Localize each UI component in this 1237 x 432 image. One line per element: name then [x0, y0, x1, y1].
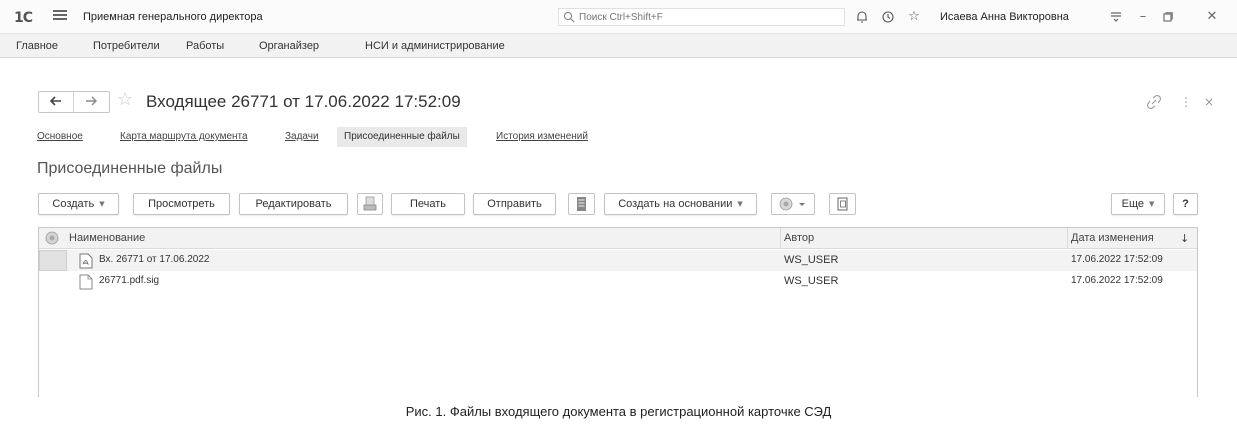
dropdown-caret-icon: ▼ — [99, 200, 105, 208]
menu-item-main[interactable]: Главное — [16, 40, 58, 52]
sort-arrow-icon[interactable]: ↓ — [1180, 232, 1189, 245]
file-modified-date: 17.06.2022 17:52:09 — [1071, 275, 1163, 286]
column-header-modified[interactable]: Дата изменения — [1071, 232, 1154, 244]
view-button[interactable]: Просмотреть — [133, 193, 230, 215]
print-button[interactable]: Печать — [391, 193, 465, 215]
title-bar: 1С Приемная генерального директора ☆ Иса… — [0, 0, 1237, 34]
dropdown-caret-icon: ▼ — [1149, 200, 1155, 208]
create-based-on-button[interactable]: Создать на основании ▼ — [604, 193, 757, 215]
column-divider — [780, 228, 781, 249]
help-button[interactable]: ? — [1173, 193, 1198, 215]
user-name[interactable]: Исаева Анна Викторовна — [940, 11, 1069, 23]
favorite-star-icon[interactable]: ☆ — [117, 89, 133, 110]
more-button-label: Еще — [1121, 198, 1144, 210]
document-title: Входящее 26771 от 17.06.2022 17:52:09 — [146, 92, 461, 111]
nav-divider — [73, 92, 74, 112]
search-input[interactable] — [579, 10, 839, 24]
file-modified-date: 17.06.2022 17:52:09 — [1071, 254, 1163, 265]
tab-attached-files[interactable]: Присоединенные файлы — [337, 127, 467, 147]
close-window-icon[interactable]: ✕ — [1203, 8, 1221, 26]
list-button[interactable] — [568, 193, 595, 215]
create-based-on-label: Создать на основании — [618, 198, 733, 210]
favorites-star-icon[interactable]: ☆ — [905, 8, 923, 26]
scanner-icon — [363, 196, 377, 211]
back-arrow-icon[interactable] — [47, 92, 65, 110]
table-row[interactable]: 26771.pdf.sig WS_USER 17.06.2022 17:52:0… — [39, 271, 1197, 292]
copy-button[interactable] — [829, 193, 856, 215]
menu-item-consumers[interactable]: Потребители — [93, 40, 160, 52]
search-box[interactable] — [558, 8, 845, 26]
attached-files-table: Наименование Автор Дата изменения ↓ Вх. … — [38, 227, 1198, 397]
table-row[interactable]: Вх. 26771 от 17.06.2022 WS_USER 17.06.20… — [39, 250, 1197, 271]
create-button-label: Создать — [52, 198, 95, 210]
minimize-icon[interactable]: – — [1134, 8, 1152, 26]
main-menu-icon[interactable] — [53, 8, 67, 22]
app-logo: 1С — [14, 10, 33, 26]
tab-main[interactable]: Основное — [37, 131, 83, 142]
tab-route-map[interactable]: Карта маршрута документа — [120, 131, 248, 142]
search-icon — [563, 11, 575, 23]
menu-item-works[interactable]: Работы — [186, 40, 224, 52]
file-author: WS_USER — [784, 275, 839, 287]
maximize-icon[interactable] — [1159, 8, 1177, 26]
menu-item-reference-admin[interactable]: НСИ и администрирование — [365, 40, 505, 52]
tab-tasks[interactable]: Задачи — [285, 131, 319, 142]
more-actions-icon[interactable]: ⋮ — [1180, 95, 1192, 109]
edit-button[interactable]: Редактировать — [239, 193, 348, 215]
file-icon — [79, 274, 93, 290]
table-header: Наименование Автор Дата изменения ↓ — [39, 228, 1197, 249]
settings-menu-icon[interactable] — [1107, 8, 1125, 26]
history-icon[interactable] — [879, 8, 897, 26]
column-divider — [1067, 228, 1068, 249]
status-dropdown-button[interactable] — [771, 193, 815, 215]
row-selector[interactable] — [39, 250, 67, 271]
bell-icon[interactable] — [853, 8, 871, 26]
status-column-icon[interactable] — [45, 231, 59, 245]
scan-button[interactable] — [357, 193, 383, 215]
menu-item-organizer[interactable]: Органайзер — [259, 40, 319, 52]
file-author: WS_USER — [784, 254, 839, 266]
pdf-file-icon — [79, 253, 93, 269]
link-icon[interactable] — [1147, 95, 1161, 112]
create-button[interactable]: Создать ▼ — [38, 193, 119, 215]
app-title: Приемная генерального директора — [83, 11, 263, 23]
send-button[interactable]: Отправить — [473, 193, 556, 215]
dropdown-caret-icon: ▼ — [737, 200, 743, 208]
copy-document-icon — [837, 197, 848, 211]
status-circle-icon — [779, 197, 805, 211]
file-name: 26771.pdf.sig — [99, 275, 160, 286]
forward-arrow-icon[interactable] — [82, 92, 100, 110]
column-header-author[interactable]: Автор — [784, 232, 814, 244]
document-list-icon — [577, 197, 586, 211]
section-title: Присоединенные файлы — [37, 160, 223, 177]
more-button[interactable]: Еще ▼ — [1111, 193, 1165, 215]
section-menu-bar: Главное Потребители Работы Органайзер НС… — [0, 34, 1237, 58]
close-form-icon[interactable]: × — [1204, 95, 1214, 109]
file-name: Вх. 26771 от 17.06.2022 — [99, 254, 210, 265]
tab-change-history[interactable]: История изменений — [496, 131, 588, 142]
figure-caption: Рис. 1. Файлы входящего документа в реги… — [405, 404, 832, 419]
column-header-name[interactable]: Наименование — [69, 232, 145, 244]
